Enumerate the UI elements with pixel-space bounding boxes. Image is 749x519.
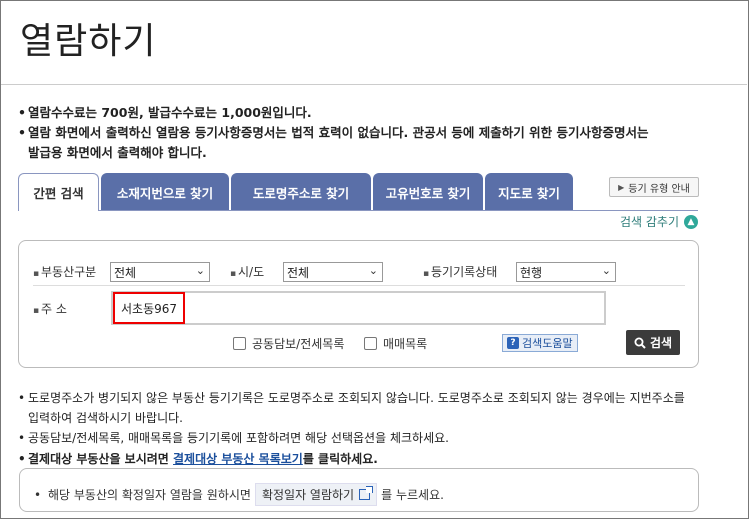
- status-label: ▪ 등기기록상태: [423, 265, 498, 279]
- notice-fee-text: 열람수수료는 700원, 발급수수료는 1,000원입니다.: [28, 105, 312, 120]
- info-road-address-text: 도로명주소가 병기되지 않은 부동산 등기기록은 도로명주소로 조회되지 않습니…: [28, 391, 685, 405]
- info-payment-pre: 결제대상 부동산을 보시려면: [28, 452, 174, 466]
- fixed-date-panel: • 해당 부동산의 확정일자 열람을 원하시면 확정일자 열람하기 를 누르세요…: [19, 468, 699, 512]
- address-label: ▪ 주 소: [33, 302, 67, 316]
- notice-validity-text: 열람 화면에서 출력하신 열람용 등기사항증명서는 법적 효력이 없습니다. 관…: [28, 125, 649, 140]
- info-payment: • 결제대상 부동산을 보시려면 결제대상 부동산 목록보기를 클릭하세요.: [18, 452, 378, 466]
- property-type-select[interactable]: 전체 ⌄: [110, 262, 210, 282]
- guide-button-label: 등기 유형 안내: [628, 183, 690, 195]
- search-icon: [634, 337, 646, 349]
- external-link-icon: [359, 486, 374, 500]
- region-label: ▪ 시/도: [230, 265, 265, 279]
- fixed-date-view-label: 확정일자 열람하기: [261, 488, 355, 502]
- row-divider: [33, 285, 685, 286]
- notice-fee: • 열람수수료는 700원, 발급수수료는 1,000원입니다.: [18, 105, 312, 120]
- address-highlight-box: [113, 292, 185, 324]
- checkbox-icon: [233, 337, 246, 350]
- chevron-down-icon: ⌄: [601, 264, 611, 277]
- arrow-right-icon: ▶: [618, 182, 625, 192]
- fixed-date-text: • 해당 부동산의 확정일자 열람을 원하시면 확정일자 열람하기 를 누르세요…: [34, 483, 444, 506]
- sale-list-label: 매매목록: [383, 337, 428, 351]
- info-options-text: 공동담보/전세목록, 매매목록을 등기기록에 포함하려면 해당 선택옵션을 체크…: [28, 431, 449, 445]
- tab-underline: [99, 210, 698, 211]
- fixed-date-post: 를 누르세요.: [381, 488, 444, 502]
- collateral-list-checkbox[interactable]: 공동담보/전세목록: [233, 335, 344, 352]
- fixed-date-view-button[interactable]: 확정일자 열람하기: [254, 483, 378, 506]
- status-select[interactable]: 현행 ⌄: [516, 262, 616, 282]
- info-payment-post: 를 클릭하세요.: [302, 452, 378, 466]
- chevron-up-icon: ▲: [684, 214, 699, 229]
- chevron-down-icon: ⌄: [368, 264, 378, 277]
- region-select[interactable]: 전체 ⌄: [283, 262, 383, 282]
- checkbox-icon: [364, 337, 377, 350]
- search-tabs: 간편 검색 소재지번으로 찾기 도로명주소로 찾기 고유번호로 찾기 지도로 찾…: [18, 173, 698, 211]
- tab-road-address[interactable]: 도로명주소로 찾기: [231, 173, 371, 211]
- title-divider: [1, 84, 747, 85]
- tab-lot-number[interactable]: 소재지번으로 찾기: [101, 173, 229, 211]
- search-help-label: 검색도움말: [522, 337, 573, 350]
- search-help-button[interactable]: ? 검색도움말: [502, 334, 578, 352]
- sale-list-checkbox[interactable]: 매매목록: [364, 335, 427, 352]
- hide-search-toggle[interactable]: 검색 감추기 ▲: [620, 213, 699, 230]
- info-road-address-text-cont: 입력하여 검색하시기 바랍니다.: [28, 411, 183, 425]
- notice-validity-text-cont: 발급용 화면에서 출력해야 합니다.: [28, 145, 207, 160]
- info-options: • 공동담보/전세목록, 매매목록을 등기기록에 포함하려면 해당 선택옵션을 체…: [18, 431, 449, 445]
- payment-property-list-link[interactable]: 결제대상 부동산 목록보기: [173, 452, 303, 466]
- hide-search-label: 검색 감추기: [620, 215, 680, 229]
- fixed-date-pre: 해당 부동산의 확정일자 열람을 원하시면: [48, 488, 251, 502]
- page-title: 열람하기: [20, 21, 157, 62]
- address-input[interactable]: 서초동967: [111, 291, 606, 325]
- registry-type-guide-button[interactable]: ▶ 등기 유형 안내: [609, 177, 699, 197]
- tab-unique-number[interactable]: 고유번호로 찾기: [373, 173, 483, 211]
- search-button[interactable]: 검색: [626, 330, 680, 355]
- property-type-label: ▪ 부동산구분: [33, 265, 97, 279]
- info-road-address: • 도로명주소가 병기되지 않은 부동산 등기기록은 도로명주소로 조회되지 않습…: [18, 388, 708, 428]
- search-button-label: 검색: [649, 336, 673, 350]
- tab-map[interactable]: 지도로 찾기: [485, 173, 573, 211]
- tab-simple-search[interactable]: 간편 검색: [18, 173, 99, 211]
- chevron-down-icon: ⌄: [195, 264, 205, 277]
- notice-validity: • 열람 화면에서 출력하신 열람용 등기사항증명서는 법적 효력이 없습니다. …: [18, 123, 688, 163]
- question-icon: ?: [507, 337, 519, 349]
- search-panel: ▪ 부동산구분 전체 ⌄ ▪ 시/도 전체 ⌄ ▪ 등기기록상태 현행 ⌄ ▪ 주 소 서초동…: [18, 240, 699, 368]
- collateral-list-label: 공동담보/전세목록: [252, 337, 345, 351]
